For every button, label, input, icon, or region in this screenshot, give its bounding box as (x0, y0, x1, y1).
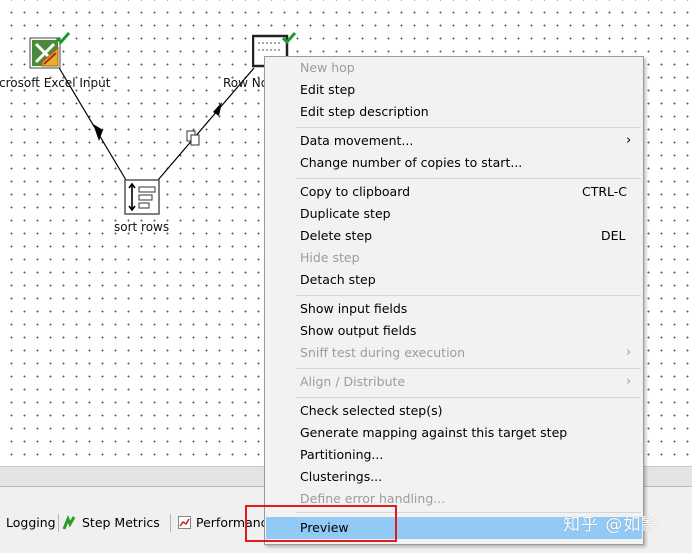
sort-rows-icon (124, 179, 160, 215)
copy-rows-icon (186, 130, 200, 146)
menu-item-edit-step[interactable]: Edit step (266, 79, 642, 101)
check-mark-icon (282, 32, 296, 45)
submenu-arrow-icon: › (626, 345, 632, 360)
tab-label: Step Metrics (82, 515, 160, 530)
menu-item-change-copies[interactable]: Change number of copies to start... (266, 152, 642, 174)
step-context-menu: New hop Edit step Edit step description … (264, 56, 644, 545)
menu-item-check-selected-steps[interactable]: Check selected step(s) (266, 400, 642, 422)
step-label-sort: sort rows (114, 220, 170, 234)
step-label-rownorm: Row No (223, 76, 269, 90)
step-metrics-icon (62, 515, 76, 530)
shortcut-label: CTRL-C (582, 184, 628, 199)
menu-item-edit-step-description[interactable]: Edit step description (266, 101, 642, 123)
menu-separator (296, 127, 641, 128)
sort-rows-step[interactable] (124, 179, 160, 215)
tab-divider (58, 514, 59, 532)
menu-separator (296, 295, 641, 296)
menu-item-partitioning[interactable]: Partitioning... (266, 444, 642, 466)
tab-logging[interactable]: Logging (6, 512, 56, 534)
menu-separator (296, 178, 641, 179)
performance-chart-icon (178, 516, 191, 529)
menu-item-copy-to-clipboard[interactable]: Copy to clipboard CTRL-C (266, 181, 642, 203)
menu-item-hide-step[interactable]: Hide step (266, 247, 642, 269)
menu-item-show-output-fields[interactable]: Show output fields (266, 320, 642, 342)
submenu-arrow-icon: › (626, 133, 632, 148)
menu-item-show-input-fields[interactable]: Show input fields (266, 298, 642, 320)
shortcut-label: DEL (601, 228, 626, 243)
tab-label: Logging (6, 515, 56, 530)
menu-item-sniff-test[interactable]: Sniff test during execution › (266, 342, 642, 364)
menu-item-data-movement[interactable]: Data movement... › (266, 130, 642, 152)
menu-item-align-distribute[interactable]: Align / Distribute › (266, 371, 642, 393)
menu-item-clusterings[interactable]: Clusterings... (266, 466, 642, 488)
excel-input-step[interactable] (28, 32, 70, 70)
watermark: 知乎 @如影 (563, 515, 660, 535)
menu-item-delete-step[interactable]: Delete step DEL (266, 225, 642, 247)
tab-divider (170, 514, 171, 532)
preview-highlight-box (245, 505, 397, 542)
submenu-arrow-icon: › (626, 374, 632, 389)
step-label-excel: crosoft Excel Input (0, 76, 111, 90)
menu-item-detach-step[interactable]: Detach step (266, 269, 642, 291)
menu-item-new-hop[interactable]: New hop (266, 57, 642, 79)
menu-separator (296, 397, 641, 398)
menu-separator (296, 368, 641, 369)
menu-item-generate-mapping[interactable]: Generate mapping against this target ste… (266, 422, 642, 444)
check-mark-icon (56, 32, 70, 45)
menu-item-duplicate-step[interactable]: Duplicate step (266, 203, 642, 225)
